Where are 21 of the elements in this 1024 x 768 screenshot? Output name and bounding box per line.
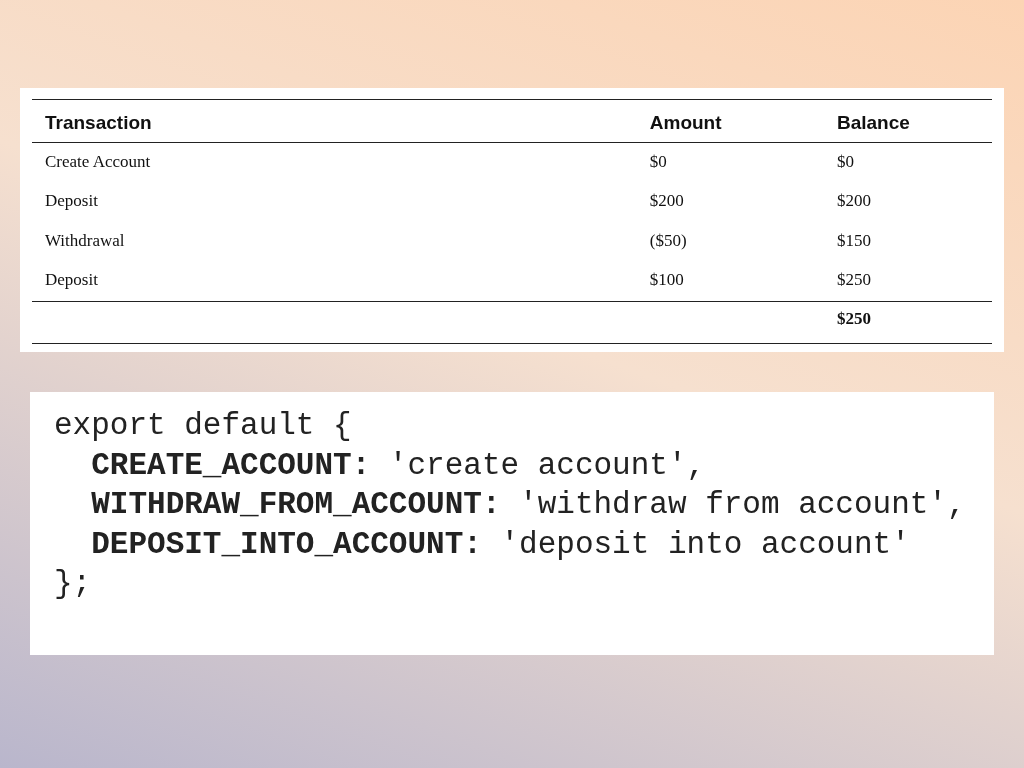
table-cell-text: $200 bbox=[836, 190, 872, 212]
table-cell: $0 bbox=[636, 142, 824, 182]
code-line: DEPOSIT_INTO_ACCOUNT: 'deposit into account' bbox=[90, 525, 911, 564]
table-cell-text: Deposit bbox=[44, 190, 99, 212]
table-cell: $0 bbox=[824, 142, 992, 182]
table-cell: $100 bbox=[636, 261, 824, 301]
column-header: Transaction bbox=[32, 99, 637, 142]
table-cell-text: Withdrawal bbox=[44, 229, 126, 252]
table-cell: $250 bbox=[824, 301, 992, 344]
table-cell-text: $150 bbox=[836, 229, 872, 252]
column-header: Balance bbox=[824, 99, 992, 142]
code-line: }; bbox=[54, 565, 93, 603]
table-cell-text: ($50) bbox=[648, 229, 688, 252]
table-cell: Create Account bbox=[32, 142, 637, 182]
column-header: Amount bbox=[636, 99, 824, 142]
table-cell-text: $200 bbox=[648, 190, 685, 212]
code-line: CREATE_ACCOUNT: 'create account', bbox=[90, 446, 707, 485]
code-line: export default { bbox=[54, 407, 353, 445]
code-line: WITHDRAW_FROM_ACCOUNT: 'withdraw from account', bbox=[90, 486, 967, 524]
table-cell: $250 bbox=[824, 261, 992, 301]
table-cell: Deposit bbox=[32, 261, 637, 301]
